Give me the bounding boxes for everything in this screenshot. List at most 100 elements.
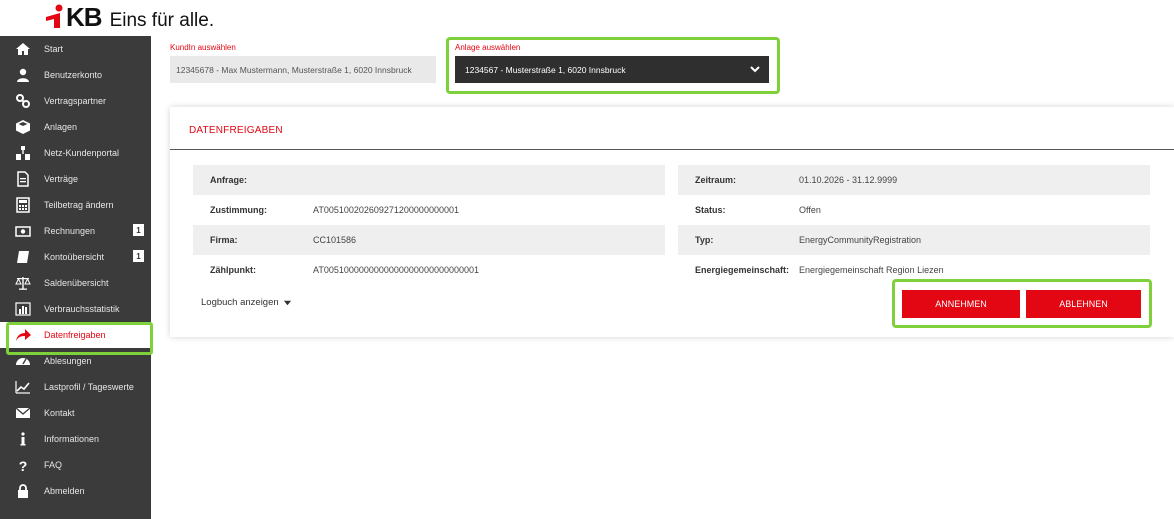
kunde-select-value: 12345678 - Max Mustermann, Musterstraße … — [176, 64, 412, 75]
anfrage-label: Anfrage: — [210, 175, 248, 185]
ablehnen-button[interactable]: ABLEHNEN — [1026, 290, 1141, 318]
document-icon — [14, 171, 32, 187]
sidebar-item-vertraege[interactable]: Verträge — [0, 166, 151, 192]
sidebar-item-kontakt[interactable]: Kontakt — [0, 400, 151, 426]
logbuch-label: Logbuch anzeigen — [201, 297, 279, 308]
detail-row-firma: Firma: CC101586 — [193, 225, 665, 255]
gauge-icon — [14, 353, 32, 369]
sidebar-item-label: Abmelden — [44, 486, 85, 496]
sidebar-item-start[interactable]: Start — [0, 36, 151, 62]
annehmen-label: ANNEHMEN — [935, 299, 987, 309]
logo-i-icon — [46, 4, 63, 28]
sidebar-item-label: Start — [44, 44, 64, 54]
zustimmung-label: Zustimmung: — [210, 205, 267, 215]
sidebar-item-verbrauchsstatistik[interactable]: Verbrauchsstatistik — [0, 296, 151, 322]
sidebar-item-label: Datenfreigaben — [44, 330, 106, 340]
sidebar-item-netz-kundenportal[interactable]: Netz-Kundenportal — [0, 140, 151, 166]
svg-text:?: ? — [19, 458, 28, 473]
zustimmung-value: AT005100202609271200000000001 — [313, 205, 459, 215]
status-label: Status: — [695, 205, 726, 215]
sidebar-item-label: Netz-Kundenportal — [44, 148, 120, 158]
bar-chart-icon — [14, 301, 32, 317]
sidebar-item-faq[interactable]: ? FAQ — [0, 452, 151, 478]
question-icon: ? — [14, 457, 32, 473]
sidebar-item-anlagen[interactable]: Anlagen — [0, 114, 151, 140]
sidebar-item-datenfreigaben[interactable]: Datenfreigaben — [0, 322, 151, 348]
sidebar-item-label: Lastprofil / Tageswerte — [44, 382, 134, 392]
card-divider — [170, 149, 1174, 150]
typ-label: Typ: — [695, 235, 714, 245]
zaehlpunkt-label: Zählpunkt: — [210, 265, 256, 275]
sidebar-item-label: Rechnungen — [44, 226, 96, 236]
sidebar-item-abmelden[interactable]: Abmelden — [0, 478, 151, 504]
logo-letters: KB — [66, 2, 103, 32]
network-icon — [14, 145, 32, 161]
line-chart-icon — [14, 379, 32, 395]
sidebar-item-lastprofil-tageswerte[interactable]: Lastprofil / Tageswerte — [0, 374, 151, 400]
sidebar-item-label: Verbrauchsstatistik — [44, 304, 120, 314]
handshake-icon — [14, 93, 32, 109]
sidebar-item-ablesungen[interactable]: Ablesungen — [0, 348, 151, 374]
box-icon — [14, 119, 32, 135]
user-icon — [14, 67, 32, 83]
typ-value: EnergyCommunityRegistration — [799, 235, 922, 245]
calculator-icon — [14, 197, 32, 213]
sidebar-item-rechnungen[interactable]: Rechnungen 1 — [0, 218, 151, 244]
home-icon — [14, 41, 32, 57]
detail-row-status: Status: Offen — [678, 195, 1150, 225]
sidebar-item-label: Anlagen — [44, 122, 78, 132]
sidebar-item-label: Kontakt — [44, 408, 75, 418]
sidebar-item-label: Ablesungen — [44, 356, 92, 366]
sidebar: Start Benutzerkonto Vertragspartner Anlagen… — [0, 36, 151, 519]
share-arrow-icon — [14, 327, 32, 343]
anlage-select[interactable]: 1234567 - Musterstraße 1, 6020 Innsbruck — [455, 56, 769, 83]
status-value: Offen — [799, 205, 821, 215]
money-icon — [14, 223, 32, 239]
info-icon — [14, 431, 32, 447]
sidebar-item-label: Saldenübersicht — [44, 278, 109, 288]
detail-row-typ: Typ: EnergyCommunityRegistration — [678, 225, 1150, 255]
sidebar-item-label: Verträge — [44, 174, 79, 184]
sidebar-item-benutzerkonto[interactable]: Benutzerkonto — [0, 62, 151, 88]
logo-mark: KB — [44, 2, 103, 33]
sidebar-item-label: Benutzerkonto — [44, 70, 103, 80]
kunde-select[interactable]: 12345678 - Max Mustermann, Musterstraße … — [170, 56, 436, 83]
detail-row-zaehlpunkt: Zählpunkt: AT005100000000000000000000000… — [193, 255, 665, 285]
sidebar-item-label: FAQ — [44, 460, 63, 470]
annehmen-button[interactable]: ANNEHMEN — [902, 290, 1020, 318]
sidebar-item-label: Informationen — [44, 434, 100, 444]
scale-icon — [14, 275, 32, 291]
sidebar-item-teilbetrag-aendern[interactable]: Teilbetrag ändern — [0, 192, 151, 218]
count-badge: 1 — [133, 250, 144, 262]
detail-row-zustimmung: Zustimmung: AT00510020260927120000000000… — [193, 195, 665, 225]
detail-row-energiegemeinschaft: Energiegemeinschaft: Energiegemeinschaft… — [678, 255, 1150, 285]
anlage-select-label: Anlage auswählen — [455, 43, 521, 52]
sidebar-item-label: Kontoübersicht — [44, 252, 105, 262]
sidebar-item-saldenuebersicht[interactable]: Saldenübersicht — [0, 270, 151, 296]
chevron-down-icon — [749, 63, 761, 75]
chevron-down-icon — [283, 300, 291, 306]
logbuch-toggle[interactable]: Logbuch anzeigen — [201, 297, 292, 308]
zeitraum-label: Zeitraum: — [695, 175, 737, 185]
energiegemeinschaft-value: Energiegemeinschaft Region Liezen — [799, 265, 944, 275]
ablehnen-label: ABLEHNEN — [1059, 299, 1108, 309]
detail-row-zeitraum: Zeitraum: 01.10.2026 - 31.12.9999 — [678, 165, 1150, 195]
mail-icon — [14, 405, 32, 421]
lock-icon — [14, 483, 32, 499]
firma-label: Firma: — [210, 235, 238, 245]
sidebar-item-kontouebersicht[interactable]: Kontoübersicht 1 — [0, 244, 151, 270]
count-badge: 1 — [133, 224, 144, 236]
ledger-icon — [14, 249, 32, 265]
energiegemeinschaft-label: Energiegemeinschaft: — [695, 265, 790, 275]
sidebar-item-informationen[interactable]: Informationen — [0, 426, 151, 452]
sidebar-item-vertragspartner[interactable]: Vertragspartner — [0, 88, 151, 114]
sidebar-item-label: Teilbetrag ändern — [44, 200, 114, 210]
anlage-select-value: 1234567 - Musterstraße 1, 6020 Innsbruck — [465, 64, 626, 75]
sidebar-item-label: Vertragspartner — [44, 96, 107, 106]
header: KB Eins für alle. — [0, 0, 1174, 32]
ikb-logo[interactable]: KB Eins für alle. — [44, 2, 214, 33]
firma-value: CC101586 — [313, 235, 357, 245]
zaehlpunkt-value: AT0051000000000000000000000000001 — [313, 265, 479, 275]
kunde-select-label: KundIn auswählen — [170, 43, 236, 52]
logo-tagline: Eins für alle. — [109, 10, 215, 31]
